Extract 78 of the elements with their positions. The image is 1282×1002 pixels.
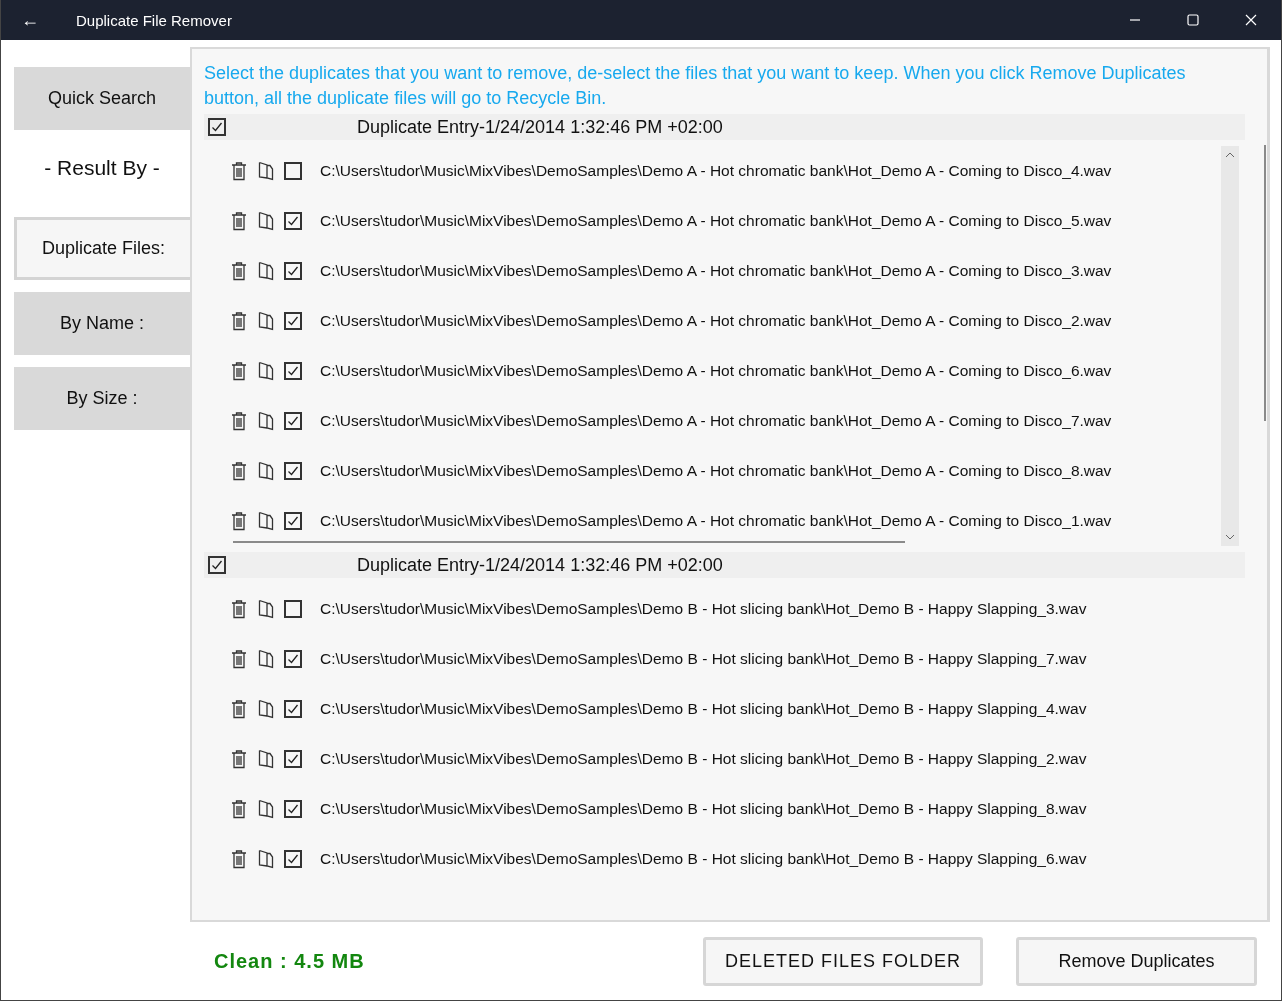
file-path: C:\Users\tudor\Music\MixVibes\DemoSamples\Demo A - Hot chromatic bank\Hot_Demo A - Coming to Disco_1.wav <box>320 512 1112 530</box>
file-path: C:\Users\tudor\Music\MixVibes\DemoSamples\Demo A - Hot chromatic bank\Hot_Demo A - Coming to Disco_6.wav <box>320 362 1112 380</box>
instruction-text: Select the duplicates that you want to remove, de-select the files that you want to keep. When you click Remove Duplicates button, all the duplicate files will go to Recycle Bin. <box>204 62 1187 110</box>
file-path: C:\Users\tudor\Music\MixVibes\DemoSamples\Demo B - Hot slicing bank\Hot_Demo B - Happy Slapping_6.wav <box>320 850 1087 868</box>
maximize-icon[interactable] <box>1187 14 1199 26</box>
document-icon[interactable] <box>258 699 274 719</box>
document-icon[interactable] <box>258 411 274 431</box>
quick-search-button[interactable]: Quick Search <box>14 67 190 130</box>
checkbox[interactable] <box>284 600 302 618</box>
document-icon[interactable] <box>258 311 274 331</box>
chevron-down-icon[interactable] <box>1225 534 1235 540</box>
sidebar-item[interactable]: By Name : <box>14 292 190 355</box>
file-path: C:\Users\tudor\Music\MixVibes\DemoSamples\Demo B - Hot slicing bank\Hot_Demo B - Happy Slapping_2.wav <box>320 750 1087 768</box>
vertical-scrollbar[interactable] <box>1221 146 1239 546</box>
window-title: Duplicate File Remover <box>76 11 232 29</box>
checkbox[interactable] <box>284 212 302 230</box>
document-icon[interactable] <box>258 161 274 181</box>
file-path: C:\Users\tudor\Music\MixVibes\DemoSamples\Demo A - Hot chromatic bank\Hot_Demo A - Coming to Disco_5.wav <box>320 212 1112 230</box>
trash-icon[interactable] <box>231 361 247 381</box>
trash-icon[interactable] <box>231 411 247 431</box>
document-icon[interactable] <box>258 799 274 819</box>
document-icon[interactable] <box>258 361 274 381</box>
horizontal-scrollbar[interactable] <box>233 541 905 543</box>
document-icon[interactable] <box>258 211 274 231</box>
checkbox[interactable] <box>284 512 302 530</box>
checkbox[interactable] <box>284 362 302 380</box>
action-button[interactable]: Remove Duplicates <box>1016 936 1257 986</box>
trash-icon[interactable] <box>231 799 247 819</box>
scrollbar-thumb[interactable] <box>1264 145 1266 421</box>
group-title: Duplicate Entry-1/24/2014 1:32:46 PM +02:00 <box>357 554 723 576</box>
clean-size-label: Clean : 4.5 MB <box>214 949 365 973</box>
sidebar-item[interactable]: By Size : <box>14 367 190 430</box>
file-path: C:\Users\tudor\Music\MixVibes\DemoSamples\Demo A - Hot chromatic bank\Hot_Demo A - Coming to Disco_2.wav <box>320 312 1112 330</box>
trash-icon[interactable] <box>231 211 247 231</box>
document-icon[interactable] <box>258 261 274 281</box>
document-icon[interactable] <box>258 599 274 619</box>
result-by-label: - Result By - <box>43 154 161 181</box>
checkbox[interactable] <box>284 412 302 430</box>
file-path: C:\Users\tudor\Music\MixVibes\DemoSamples\Demo A - Hot chromatic bank\Hot_Demo A - Coming to Disco_4.wav <box>320 162 1112 180</box>
trash-icon[interactable] <box>231 599 247 619</box>
document-icon[interactable] <box>258 461 274 481</box>
action-button[interactable]: DELETED FILES FOLDER <box>703 936 983 986</box>
checkbox[interactable] <box>284 162 302 180</box>
file-path: C:\Users\tudor\Music\MixVibes\DemoSamples\Demo B - Hot slicing bank\Hot_Demo B - Happy Slapping_4.wav <box>320 700 1087 718</box>
document-icon[interactable] <box>258 849 274 869</box>
checkbox[interactable] <box>284 262 302 280</box>
file-path: C:\Users\tudor\Music\MixVibes\DemoSamples\Demo A - Hot chromatic bank\Hot_Demo A - Coming to Disco_3.wav <box>320 262 1112 280</box>
checkbox[interactable] <box>208 118 226 136</box>
close-icon[interactable] <box>1245 14 1257 26</box>
checkbox[interactable] <box>284 850 302 868</box>
trash-icon[interactable] <box>231 261 247 281</box>
file-path: C:\Users\tudor\Music\MixVibes\DemoSamples\Demo B - Hot slicing bank\Hot_Demo B - Happy Slapping_7.wav <box>320 650 1087 668</box>
file-path: C:\Users\tudor\Music\MixVibes\DemoSamples\Demo B - Hot slicing bank\Hot_Demo B - Happy Slapping_8.wav <box>320 800 1087 818</box>
checkbox[interactable] <box>284 800 302 818</box>
checkbox[interactable] <box>284 700 302 718</box>
trash-icon[interactable] <box>231 461 247 481</box>
trash-icon[interactable] <box>231 849 247 869</box>
trash-icon[interactable] <box>231 511 247 531</box>
trash-icon[interactable] <box>231 161 247 181</box>
checkbox[interactable] <box>284 750 302 768</box>
back-button[interactable]: ← <box>21 9 41 31</box>
checkbox[interactable] <box>284 650 302 668</box>
checkbox[interactable] <box>284 462 302 480</box>
trash-icon[interactable] <box>231 311 247 331</box>
trash-icon[interactable] <box>231 649 247 669</box>
chevron-up-icon[interactable] <box>1225 152 1235 158</box>
checkbox[interactable] <box>208 556 226 574</box>
group-title: Duplicate Entry-1/24/2014 1:32:46 PM +02:00 <box>357 116 723 138</box>
file-path: C:\Users\tudor\Music\MixVibes\DemoSamples\Demo B - Hot slicing bank\Hot_Demo B - Happy Slapping_3.wav <box>320 600 1087 618</box>
checkbox[interactable] <box>284 312 302 330</box>
sidebar-item[interactable]: Duplicate Files: <box>14 217 190 280</box>
document-icon[interactable] <box>258 511 274 531</box>
file-path: C:\Users\tudor\Music\MixVibes\DemoSamples\Demo A - Hot chromatic bank\Hot_Demo A - Coming to Disco_8.wav <box>320 462 1112 480</box>
trash-icon[interactable] <box>231 699 247 719</box>
document-icon[interactable] <box>258 749 274 769</box>
document-icon[interactable] <box>258 649 274 669</box>
file-path: C:\Users\tudor\Music\MixVibes\DemoSamples\Demo A - Hot chromatic bank\Hot_Demo A - Coming to Disco_7.wav <box>320 412 1112 430</box>
trash-icon[interactable] <box>231 749 247 769</box>
